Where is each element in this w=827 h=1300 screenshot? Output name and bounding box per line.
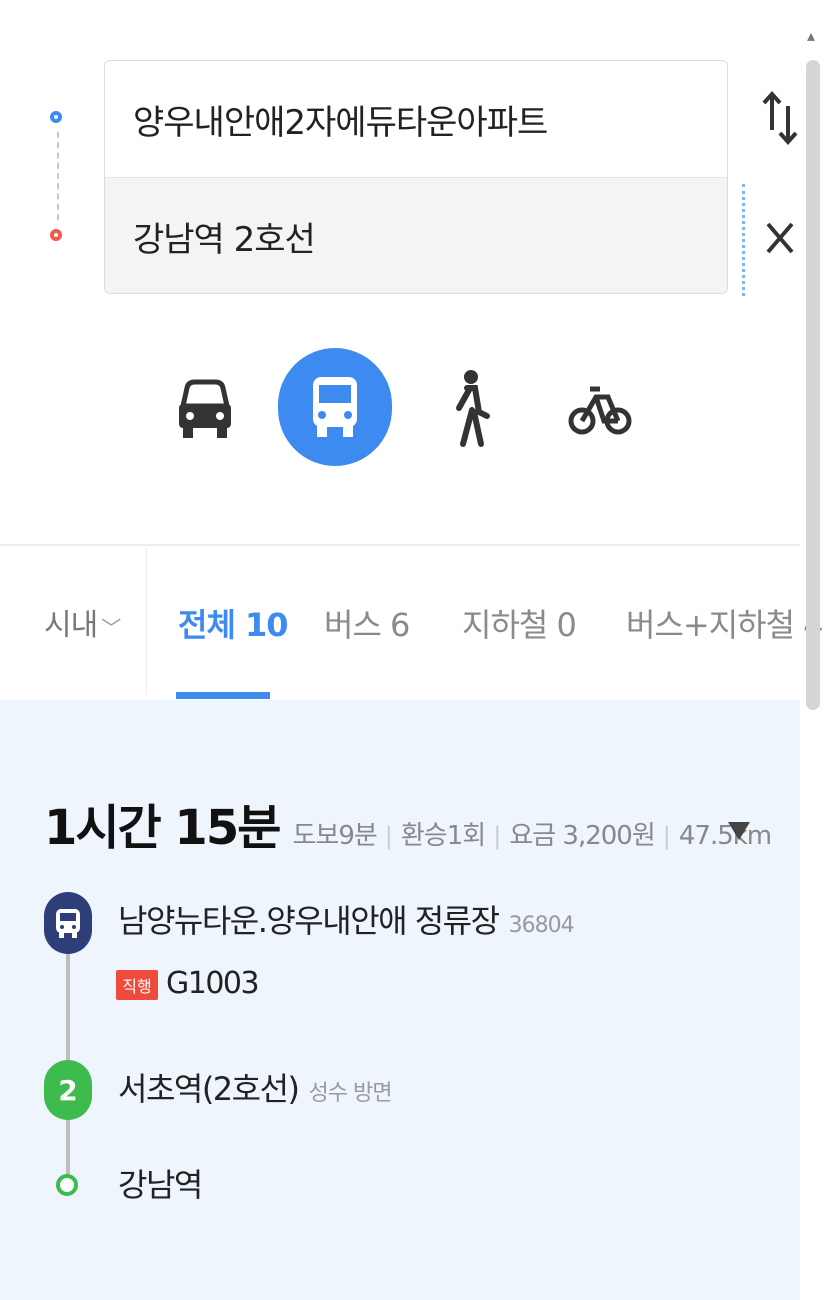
region-divider xyxy=(146,548,147,694)
tab-all[interactable]: 전체 10 xyxy=(178,600,289,646)
tab-bus-subway[interactable]: 버스+지하철 4 xyxy=(626,600,824,646)
step-transfer-station[interactable]: 서초역(2호선) 성수 방면 xyxy=(118,1064,392,1110)
tab-bus[interactable]: 버스 6 xyxy=(324,600,410,646)
step-arrival-station[interactable]: 강남역 xyxy=(118,1160,203,1206)
region-label: 시내 xyxy=(44,608,98,643)
step-boarding-stop[interactable]: 남양뉴타운.양우내안애 정류장 36804 xyxy=(118,896,575,942)
scroll-up-icon[interactable]: ▴ xyxy=(807,26,815,45)
scrollbar-thumb[interactable] xyxy=(806,60,820,710)
arrival-dot xyxy=(56,1174,78,1196)
express-badge: 직행 xyxy=(116,970,158,1000)
close-icon xyxy=(766,222,794,254)
swap-direction-button[interactable] xyxy=(760,86,800,150)
destination-dot xyxy=(50,229,62,241)
separator: | xyxy=(384,822,393,850)
triangle-down-icon xyxy=(728,822,750,840)
direction: 성수 방면 xyxy=(308,1081,393,1106)
mode-walk-button[interactable] xyxy=(444,368,494,448)
bus-icon xyxy=(313,377,357,437)
walk-time: 도보9분 xyxy=(292,821,377,851)
stop-id: 36804 xyxy=(508,913,575,938)
route-line-connector xyxy=(66,954,70,1062)
fare: 요금 3,200원 xyxy=(509,821,655,851)
mode-transit-button[interactable] xyxy=(278,348,392,466)
origin-field[interactable]: 양우내안애2자에듀타운아파트 xyxy=(105,61,727,178)
tabs-divider xyxy=(0,544,800,546)
route-line-connector xyxy=(66,1120,70,1176)
divider-dotted xyxy=(742,184,745,296)
mode-car-button[interactable] xyxy=(172,372,238,446)
subway-line-2-icon: 2 xyxy=(44,1060,92,1120)
bike-icon xyxy=(568,386,632,435)
region-dropdown[interactable]: 시내 ﹀ xyxy=(44,600,121,644)
station-name: 서초역(2호선) xyxy=(118,1070,300,1108)
transfer-count: 환승1회 xyxy=(400,821,486,851)
mode-bike-button[interactable] xyxy=(568,372,632,446)
walk-icon xyxy=(456,370,490,447)
bus-stop-icon xyxy=(44,892,92,954)
expand-details-button[interactable] xyxy=(726,818,752,844)
distance: 47.5km xyxy=(678,821,772,851)
clear-route-button[interactable] xyxy=(762,216,798,260)
destination-field[interactable]: 강남역 2호선 xyxy=(105,178,727,293)
active-tab-indicator xyxy=(176,692,270,699)
chevron-down-icon: ﹀ xyxy=(101,616,121,640)
origin-dot xyxy=(50,111,62,123)
route-dotted-connector xyxy=(57,132,59,220)
route-summary: 1시간 15분 도보9분 | 환승1회 | 요금 3,200원 | 47.5km xyxy=(44,788,772,858)
route-input-box: 양우내안애2자에듀타운아파트 강남역 2호선 xyxy=(104,60,728,294)
bus-route-number[interactable]: G1003 xyxy=(166,966,260,1001)
separator: | xyxy=(493,822,502,850)
car-icon xyxy=(179,379,231,438)
total-time: 1시간 15분 xyxy=(44,800,281,856)
swap-arrows-icon xyxy=(762,90,798,146)
separator: | xyxy=(662,822,671,850)
stop-name: 남양뉴타운.양우내안애 정류장 xyxy=(118,902,500,940)
tab-subway[interactable]: 지하철 0 xyxy=(462,600,577,646)
